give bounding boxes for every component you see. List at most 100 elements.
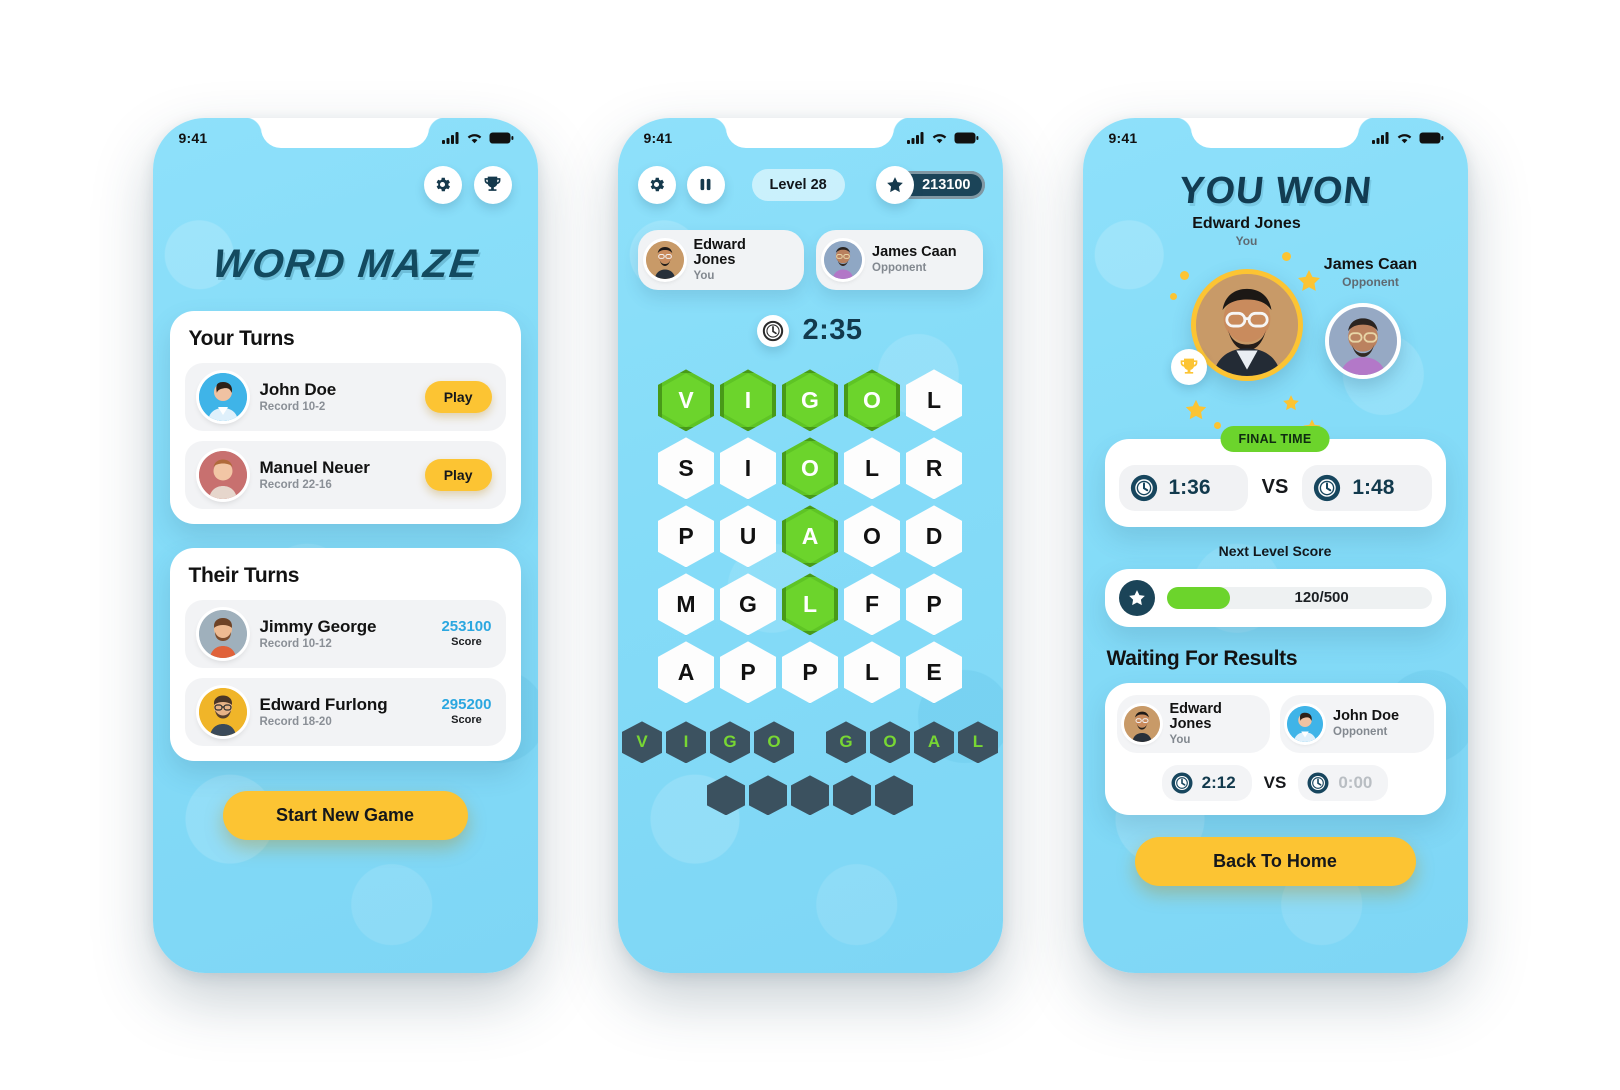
dot-decoration <box>1281 251 1291 261</box>
players-row: Edward Jones You James Caan Opponent <box>618 229 1003 291</box>
final-time-you-value: 1:36 <box>1168 475 1211 499</box>
word-letter-hex: V <box>622 721 662 764</box>
pending-slot-hex <box>749 775 787 816</box>
hex-tile[interactable]: L <box>844 641 900 704</box>
star-icon <box>1128 589 1145 605</box>
list-item[interactable]: Edward Furlong Record 18-20 295200 Score <box>184 677 506 746</box>
final-time-opponent: 1:48 <box>1302 464 1432 511</box>
list-item[interactable]: John Doe Record 10-2 Play <box>184 362 506 431</box>
hex-tile[interactable]: I <box>720 437 776 500</box>
start-new-game-button[interactable]: Start New Game <box>222 790 468 840</box>
gear-icon <box>436 177 451 192</box>
avatar <box>198 450 247 499</box>
play-button[interactable]: Play <box>424 458 492 491</box>
hex-tile[interactable]: P <box>906 573 962 636</box>
hex-tile[interactable]: U <box>720 505 776 568</box>
pause-button[interactable] <box>686 165 725 204</box>
waiting-player-opponent[interactable]: John Doe Opponent <box>1280 694 1434 754</box>
hex-tile[interactable]: O <box>844 505 900 568</box>
hex-tile[interactable]: A <box>658 641 714 704</box>
clock-icon <box>1314 474 1341 501</box>
found-word: GOAL <box>826 721 998 764</box>
star-badge <box>1118 579 1155 616</box>
player-name: Edward Furlong <box>259 694 388 714</box>
timer: 2:35 <box>618 314 1003 347</box>
player-record: Record 18-20 <box>259 716 332 729</box>
pause-icon <box>700 178 711 191</box>
player-name: James Caan <box>872 244 957 261</box>
phone-results-screen: 9:41 YOU WON Edward Jones You James Caan… <box>1082 117 1468 973</box>
list-item[interactable]: Jimmy George Record 10-12 253100 Score <box>184 599 506 668</box>
player-chip-opponent[interactable]: James Caan Opponent <box>816 229 983 291</box>
word-letter-hex: O <box>870 721 910 764</box>
vs-label: VS <box>1261 476 1289 498</box>
hex-tile[interactable]: V <box>658 369 714 432</box>
hex-tile[interactable]: O <box>844 369 900 432</box>
trophy-button[interactable] <box>473 165 512 204</box>
settings-button[interactable] <box>637 165 676 204</box>
final-time-section: FINAL TIME 1:36 VS 1:48 <box>1104 425 1446 527</box>
next-level-progress-card: 120/500 <box>1104 568 1446 627</box>
player-name: Edward Jones <box>1169 700 1222 733</box>
hex-tile[interactable]: A <box>782 505 838 568</box>
next-level-score-label: Next Level Score <box>1218 542 1332 559</box>
word-letter-hex: G <box>826 721 866 764</box>
wifi-icon <box>932 133 946 143</box>
hex-tile[interactable]: I <box>720 369 776 432</box>
notch <box>726 117 894 148</box>
hex-tile[interactable]: L <box>782 573 838 636</box>
player-role: Opponent <box>1333 726 1388 739</box>
dot-decoration <box>1179 270 1189 280</box>
winner-role: You <box>1235 233 1258 248</box>
hex-tile[interactable]: F <box>844 573 900 636</box>
pending-slot-hex <box>707 775 745 816</box>
hex-tile[interactable]: L <box>906 369 962 432</box>
pending-slot-hex <box>875 775 913 816</box>
battery-icon <box>954 132 978 143</box>
waiting-player-you[interactable]: Edward Jones You <box>1116 694 1270 754</box>
progress-bar: 120/500 <box>1166 586 1432 609</box>
star-button[interactable] <box>876 165 915 204</box>
waiting-results-heading: Waiting For Results <box>1106 646 1298 670</box>
avatar <box>198 372 247 421</box>
pending-slot-hex <box>791 775 829 816</box>
status-time: 9:41 <box>178 129 208 146</box>
letter-grid[interactable]: V I G O L S I O L R P U A O D M G L F P … <box>618 369 1003 704</box>
player-chip-you[interactable]: Edward Jones You <box>637 229 804 291</box>
status-time: 9:41 <box>1108 129 1138 146</box>
hex-tile[interactable]: M <box>658 573 714 636</box>
hex-tile[interactable]: P <box>782 641 838 704</box>
hex-tile[interactable]: E <box>906 641 962 704</box>
play-button[interactable]: Play <box>424 380 492 413</box>
player-role: Opponent <box>872 262 927 275</box>
winner-showcase: Edward Jones You James Caan Opponent <box>1083 215 1468 436</box>
battery-icon <box>489 132 513 143</box>
battery-icon <box>1419 132 1443 143</box>
hex-tile[interactable]: D <box>906 505 962 568</box>
score-value: 295200 <box>441 695 492 713</box>
list-item[interactable]: Manuel Neuer Record 22-16 Play <box>184 440 506 509</box>
timer-icon-wrap <box>757 314 790 347</box>
hex-tile[interactable]: L <box>844 437 900 500</box>
star-icon <box>1282 394 1299 410</box>
word-letter-hex: A <box>914 721 954 764</box>
player-record: Record 10-12 <box>259 638 332 651</box>
hex-tile[interactable]: P <box>720 641 776 704</box>
hex-tile[interactable]: G <box>782 369 838 432</box>
hex-tile[interactable]: S <box>658 437 714 500</box>
score-indicator: 213100 <box>876 165 985 204</box>
loser-role: Opponent <box>1342 274 1399 289</box>
pending-slot-hex <box>833 775 871 816</box>
avatar <box>198 609 247 658</box>
loser-name-block: James Caan Opponent <box>1301 256 1441 289</box>
hex-tile[interactable]: G <box>720 573 776 636</box>
hex-tile[interactable]: P <box>658 505 714 568</box>
word-letter-hex: L <box>958 721 998 764</box>
hex-tile[interactable]: R <box>906 437 962 500</box>
player-name: John Doe <box>1333 708 1400 725</box>
back-to-home-button[interactable]: Back To Home <box>1134 837 1416 887</box>
settings-button[interactable] <box>423 165 462 204</box>
hex-tile[interactable]: O <box>782 437 838 500</box>
word-letter-hex: O <box>754 721 794 764</box>
avatar <box>198 687 247 736</box>
